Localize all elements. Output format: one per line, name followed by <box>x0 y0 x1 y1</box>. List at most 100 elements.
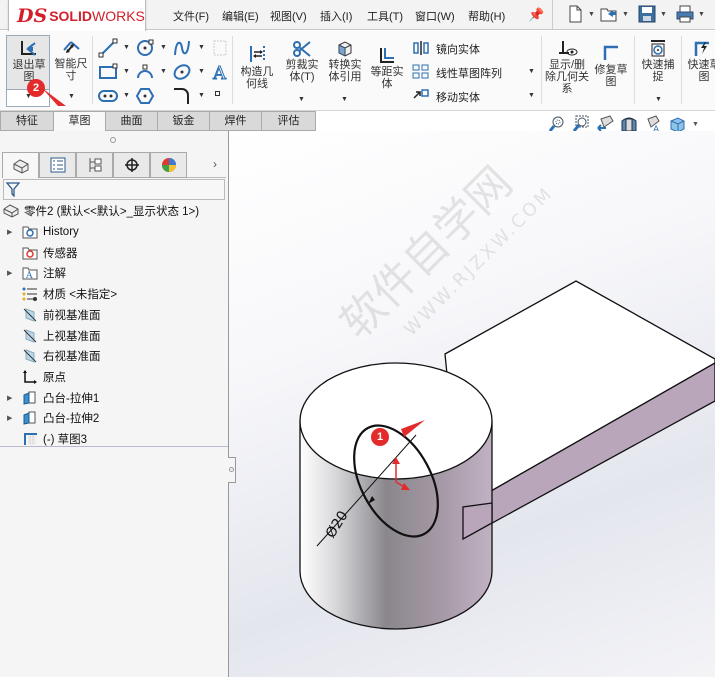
tree-item-label: 传感器 <box>43 247 78 260</box>
convert-entities-button[interactable]: 转换实体引用 ▼ <box>324 38 366 106</box>
svg-text:A: A <box>212 63 227 82</box>
divider <box>0 446 228 447</box>
tree-root-label: 零件2 (默认<<默认>_显示状态 1>) <box>24 206 200 218</box>
repair-sketch-label: 修复草图 <box>594 64 628 88</box>
chevron-down-icon[interactable]: ▼ <box>198 44 205 51</box>
circle-tool-icon[interactable] <box>135 38 155 58</box>
chevron-down-icon[interactable]: ▼ <box>198 92 205 99</box>
divider <box>552 0 553 30</box>
repair-sketch-button[interactable]: 修复草图 <box>592 44 630 94</box>
new-document-button[interactable]: ▼ <box>566 5 595 23</box>
chevron-down-icon[interactable]: ▼ <box>160 44 167 51</box>
tab-features[interactable]: 特征 <box>0 111 54 131</box>
open-button[interactable]: ▼ <box>600 5 629 23</box>
menu-tools[interactable]: 工具(T) <box>367 8 403 24</box>
3d-model-view[interactable]: 软件自学网 WWW.RJZXW.COM Ø20 <box>229 131 715 677</box>
tab-sheet-metal[interactable]: 钣金 <box>157 111 210 131</box>
tree-item-label: 上视基准面 <box>43 330 101 343</box>
offset-entities-label: 等距实体 <box>370 66 404 90</box>
chevron-down-icon: ▼ <box>655 96 662 103</box>
point-tool-icon[interactable] <box>215 91 220 96</box>
menu-help[interactable]: 帮助(H) <box>468 8 505 24</box>
expand-arrow-icon[interactable]: ▶ <box>7 228 15 236</box>
construction-geometry-button[interactable]: 构造几何线 <box>236 42 278 102</box>
menu-view[interactable]: 视图(V) <box>270 8 307 24</box>
slot-tool-icon[interactable] <box>98 86 118 106</box>
tree-item[interactable]: ▶ 凸台-拉伸2 <box>0 408 99 428</box>
display-relations-label: 显示/删除几何关系 <box>545 59 589 95</box>
tree-item[interactable]: ▶ A 注解 <box>0 263 66 283</box>
boss-extrude-icon <box>21 410 39 426</box>
chevron-down-icon[interactable]: ▼ <box>123 68 130 75</box>
linear-pattern-icon <box>412 64 429 79</box>
divider <box>541 36 542 104</box>
polygon-tool-icon[interactable] <box>135 86 155 106</box>
solidworks-logo[interactable]: DS SOLID WORKS <box>8 0 146 32</box>
boss-extrude-icon <box>21 390 39 406</box>
print-button[interactable]: ▼ <box>676 5 705 23</box>
rectangle-tool-icon[interactable] <box>98 62 118 82</box>
feature-tree-filter[interactable] <box>3 179 225 200</box>
spline-tool-icon[interactable] <box>172 38 192 58</box>
tree-item[interactable]: 前视基准面 <box>0 305 101 325</box>
menu-file[interactable]: 文件(F) <box>173 8 209 24</box>
display-relations-button[interactable]: 显示/删除几何关系 <box>545 38 589 106</box>
tab-property-manager[interactable] <box>39 152 76 178</box>
smart-dimension-icon <box>63 41 80 53</box>
tab-feature-manager[interactable] <box>2 152 39 178</box>
menu-edit[interactable]: 编辑(E) <box>222 8 259 24</box>
divider <box>681 36 682 104</box>
tree-item[interactable]: ▶ 凸台-拉伸1 <box>0 388 99 408</box>
save-button[interactable]: ▼ <box>638 5 667 23</box>
expand-arrow-icon[interactable]: ▶ <box>7 394 15 402</box>
chevron-down-icon[interactable]: ▼ <box>123 44 130 51</box>
tree-item[interactable]: ▶ History <box>0 222 79 242</box>
chevron-down-icon: ▼ <box>622 10 629 18</box>
ellipse-tool-icon[interactable] <box>172 62 192 82</box>
chevron-down-icon[interactable]: ▼ <box>692 121 699 128</box>
pin-icon[interactable]: 📌 <box>528 7 544 23</box>
text-tool-icon[interactable]: A <box>210 62 230 83</box>
tree-item[interactable]: 原点 <box>0 367 66 387</box>
tree-item[interactable]: 材质 <未指定> <box>0 284 117 304</box>
open-folder-icon <box>600 8 617 22</box>
sensor-folder-icon <box>21 245 39 261</box>
mirror-entities-button[interactable]: 镜向实体 <box>412 38 537 58</box>
panel-collapse-handle[interactable] <box>110 137 116 143</box>
chevron-down-icon: ▼ <box>528 68 535 75</box>
tree-item-label: 凸台-拉伸1 <box>43 392 100 405</box>
expand-arrow-icon[interactable]: ▶ <box>7 414 15 422</box>
menu-insert[interactable]: 插入(I) <box>320 8 352 24</box>
display-manager-icon <box>161 158 176 172</box>
tab-sketch[interactable]: 草图 <box>53 111 106 131</box>
tree-item[interactable]: 传感器 <box>0 243 78 263</box>
tree-item[interactable]: 右视基准面 <box>0 346 101 366</box>
arc-tool-icon[interactable] <box>135 62 155 82</box>
chevron-right-icon[interactable]: › <box>213 157 217 171</box>
move-entities-button[interactable]: 移动实体 ▼ <box>412 86 537 106</box>
line-tool-icon[interactable] <box>98 38 118 58</box>
tab-display-manager[interactable] <box>150 152 187 178</box>
trim-entities-button[interactable]: 剪裁实体(T) ▼ <box>282 38 322 106</box>
tab-configuration-manager[interactable] <box>76 152 113 178</box>
chevron-down-icon: ▼ <box>588 10 595 18</box>
tree-root-part[interactable]: 零件2 (默认<<默认>_显示状态 1>) <box>0 201 199 221</box>
tab-dimxpert-manager[interactable] <box>113 152 150 178</box>
chevron-down-icon[interactable]: ▼ <box>123 92 130 99</box>
chevron-down-icon[interactable]: ▼ <box>160 68 167 75</box>
linear-pattern-button[interactable]: 线性草图阵列 ▼ <box>412 62 537 82</box>
quick-snaps-button[interactable]: 快速捕捉 ▼ <box>638 38 678 106</box>
history-folder-icon <box>21 224 39 240</box>
rapid-sketch-button[interactable]: 快速草图 <box>684 38 715 94</box>
offset-entities-button[interactable]: 等距实体 <box>368 46 406 96</box>
expand-arrow-icon[interactable]: ▶ <box>7 269 15 277</box>
tab-weldments[interactable]: 焊件 <box>209 111 262 131</box>
print-icon <box>676 5 694 23</box>
fillet-tool-icon[interactable] <box>172 86 192 106</box>
tab-surfaces[interactable]: 曲面 <box>105 111 158 131</box>
callout-arrow-2 <box>42 88 66 106</box>
menu-window[interactable]: 窗口(W) <box>415 8 455 24</box>
tab-evaluate[interactable]: 评估 <box>261 111 316 131</box>
tree-item[interactable]: 上视基准面 <box>0 326 101 346</box>
chevron-down-icon[interactable]: ▼ <box>198 68 205 75</box>
